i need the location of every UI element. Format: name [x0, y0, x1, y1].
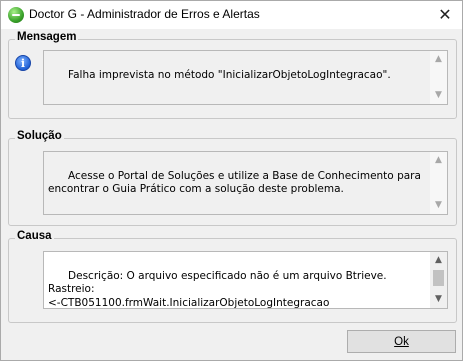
- scroll-down-icon[interactable]: ▼: [430, 291, 447, 308]
- dialog-window: Doctor G - Administrador de Erros e Aler…: [0, 0, 463, 361]
- info-icon: i: [15, 55, 31, 71]
- solucao-group: Solução Acesse o Portal de Soluções e ut…: [8, 130, 457, 226]
- title-bar[interactable]: Doctor G - Administrador de Erros e Aler…: [1, 1, 462, 29]
- scroll-up-icon[interactable]: ▲: [430, 152, 447, 169]
- scroll-up-icon[interactable]: ▲: [430, 252, 447, 269]
- app-icon: [8, 7, 24, 23]
- mensagem-text: Falha imprevista no método "InicializarO…: [68, 68, 391, 81]
- mensagem-label: Mensagem: [15, 31, 79, 43]
- causa-group: Causa Descrição: O arquivo especificado …: [8, 230, 457, 323]
- scroll-up-icon[interactable]: ▲: [430, 51, 447, 68]
- scroll-thumb[interactable]: [433, 270, 444, 286]
- mensagem-textbox[interactable]: Falha imprevista no método "InicializarO…: [43, 50, 448, 105]
- mensagem-scrollbar[interactable]: ▲ ▼: [430, 51, 447, 104]
- solucao-scrollbar[interactable]: ▲ ▼: [430, 152, 447, 214]
- solucao-text: Acesse o Portal de Soluções e utilize a …: [48, 169, 425, 196]
- scroll-down-icon[interactable]: ▼: [430, 87, 447, 104]
- close-button[interactable]: ✕: [428, 1, 462, 29]
- causa-label: Causa: [15, 230, 54, 242]
- scroll-down-icon[interactable]: ▼: [430, 197, 447, 214]
- causa-text: Descrição: O arquivo especificado não é …: [48, 269, 387, 309]
- solucao-label: Solução: [15, 130, 64, 142]
- solucao-textbox[interactable]: Acesse o Portal de Soluções e utilize a …: [43, 151, 448, 215]
- window-title: Doctor G - Administrador de Erros e Aler…: [29, 7, 260, 21]
- ok-button[interactable]: Ok: [347, 330, 456, 353]
- causa-scrollbar[interactable]: ▲ ▼: [430, 252, 447, 308]
- mensagem-group: Mensagem i Falha imprevista no método "I…: [8, 31, 457, 119]
- causa-textbox[interactable]: Descrição: O arquivo especificado não é …: [43, 251, 448, 309]
